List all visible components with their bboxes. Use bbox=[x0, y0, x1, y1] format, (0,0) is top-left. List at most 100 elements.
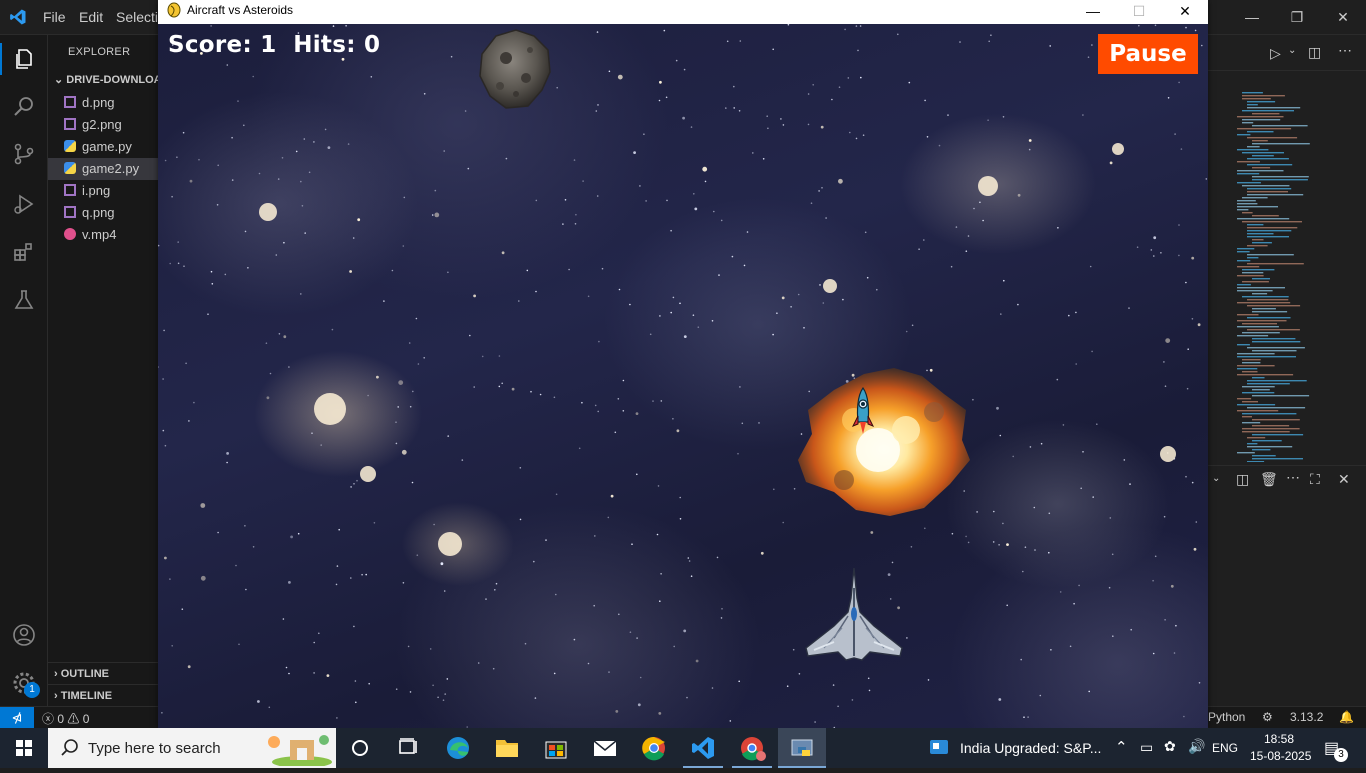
file-name: q.png bbox=[82, 205, 115, 220]
microsoft-store-icon[interactable] bbox=[536, 728, 576, 768]
split-terminal-icon[interactable]: ◫ bbox=[1236, 471, 1249, 488]
player-aircraft-sprite bbox=[805, 568, 903, 661]
more-actions-icon[interactable]: ⋯ bbox=[1338, 42, 1352, 59]
vscode-taskbar-icon[interactable] bbox=[683, 728, 723, 768]
start-button[interactable] bbox=[0, 728, 48, 768]
python-version[interactable]: 3.13.2 bbox=[1290, 710, 1323, 724]
folder-name: DRIVE-DOWNLOA bbox=[66, 74, 160, 86]
mail-icon[interactable] bbox=[585, 728, 625, 768]
file-name: v.mp4 bbox=[82, 227, 117, 242]
remote-icon[interactable]: ⋪ bbox=[0, 707, 34, 729]
file-item[interactable]: i.png bbox=[48, 180, 160, 202]
file-name: game2.py bbox=[82, 161, 140, 176]
source-control-icon[interactable] bbox=[12, 142, 36, 166]
python-file-icon bbox=[64, 140, 76, 152]
task-view-icon[interactable] bbox=[388, 728, 428, 768]
pause-button[interactable]: Pause bbox=[1098, 34, 1198, 74]
hits-label: Hits: bbox=[293, 32, 356, 58]
asteroid-sprite bbox=[479, 29, 551, 109]
chevron-down-icon[interactable]: ⌄ bbox=[1288, 45, 1296, 56]
run-icon[interactable]: ▷ bbox=[1270, 45, 1281, 62]
testing-flask-icon[interactable] bbox=[12, 288, 36, 312]
more-actions-icon[interactable]: ⋯ bbox=[1286, 469, 1300, 486]
chevron-right-icon: › bbox=[54, 668, 58, 680]
task-view-cortana-icon[interactable] bbox=[340, 728, 380, 768]
game-window: Aircraft vs Asteroids — ☐ ✕ Score: 1 Hit… bbox=[158, 0, 1208, 728]
battery-icon[interactable]: ▭ bbox=[1140, 739, 1153, 756]
language-mode[interactable]: Python bbox=[1208, 710, 1245, 724]
warning-count: 0 bbox=[82, 712, 90, 726]
notification-count: 3 bbox=[1334, 748, 1348, 762]
game-window-title: Aircraft vs Asteroids bbox=[187, 3, 294, 17]
search-icon bbox=[61, 739, 78, 756]
image-file-icon bbox=[64, 206, 76, 218]
explorer-icon[interactable] bbox=[12, 47, 36, 71]
game-canvas[interactable]: Score: 1 Hits: 0 Pause bbox=[158, 24, 1208, 728]
run-debug-icon[interactable] bbox=[12, 192, 36, 216]
file-item[interactable]: g2.png bbox=[48, 114, 160, 136]
file-item[interactable]: q.png bbox=[48, 202, 160, 224]
news-headline[interactable]: India Upgraded: S&P... bbox=[960, 740, 1101, 756]
clock-time[interactable]: 18:58 bbox=[1264, 732, 1294, 746]
settings-badge: 1 bbox=[24, 682, 40, 698]
score-value: 1 bbox=[260, 32, 277, 58]
python-env-icon[interactable]: ⚙ bbox=[1262, 710, 1273, 724]
search-icon[interactable] bbox=[12, 94, 36, 118]
file-item[interactable]: game.py bbox=[48, 136, 160, 158]
game-maximize-icon[interactable]: ☐ bbox=[1116, 0, 1162, 24]
python-feather-icon bbox=[167, 2, 181, 18]
image-file-icon bbox=[64, 96, 76, 108]
vscode-minimize-icon[interactable]: — bbox=[1240, 6, 1264, 28]
chrome-browser-icon[interactable] bbox=[634, 728, 674, 768]
menu-file[interactable]: File bbox=[43, 9, 66, 25]
file-item[interactable]: game2.py bbox=[48, 158, 160, 180]
volume-icon[interactable]: 🔊 bbox=[1188, 738, 1205, 755]
chevron-down-icon: ⌄ bbox=[54, 74, 64, 86]
edge-browser-icon[interactable] bbox=[438, 728, 478, 768]
language-indicator[interactable]: ENG bbox=[1212, 741, 1238, 755]
game-minimize-icon[interactable]: — bbox=[1070, 0, 1116, 24]
hits-value: 0 bbox=[364, 32, 381, 58]
image-file-icon bbox=[64, 118, 76, 130]
explosion-sprite bbox=[798, 368, 970, 516]
game-titlebar: Aircraft vs Asteroids — ☐ ✕ bbox=[158, 0, 1208, 24]
folder-header[interactable]: ⌄ DRIVE-DOWNLOA bbox=[48, 69, 160, 91]
wifi-icon[interactable]: ✿ bbox=[1164, 738, 1176, 755]
python-file-icon bbox=[64, 162, 76, 174]
chevron-down-icon[interactable]: ⌄ bbox=[1212, 473, 1220, 484]
file-item[interactable]: d.png bbox=[48, 92, 160, 114]
clock-date[interactable]: 15-08-2025 bbox=[1250, 749, 1311, 763]
trash-icon[interactable]: 🗑 bbox=[1260, 471, 1278, 488]
explorer-title: EXPLORER bbox=[68, 46, 131, 58]
chrome-profile-icon[interactable] bbox=[732, 728, 772, 768]
problems-indicator[interactable]: ⓧ 0 ⚠ 0 bbox=[42, 710, 89, 727]
extensions-icon[interactable] bbox=[12, 240, 36, 264]
file-name: i.png bbox=[82, 183, 111, 198]
file-name: g2.png bbox=[82, 117, 122, 132]
file-explorer-icon[interactable] bbox=[487, 728, 527, 768]
menu-edit[interactable]: Edit bbox=[79, 9, 103, 25]
account-icon[interactable] bbox=[12, 623, 36, 647]
vscode-close-icon[interactable]: ✕ bbox=[1331, 6, 1355, 28]
image-file-icon bbox=[64, 184, 76, 196]
outline-section[interactable]: › OUTLINE bbox=[48, 662, 160, 684]
search-placeholder: Type here to search bbox=[88, 740, 221, 757]
close-panel-icon[interactable]: ✕ bbox=[1338, 471, 1350, 488]
video-file-icon bbox=[64, 228, 76, 240]
maximize-panel-icon[interactable]: ⛶ bbox=[1310, 471, 1320, 488]
score-display: Score: 1 Hits: 0 bbox=[168, 32, 380, 58]
file-name: d.png bbox=[82, 95, 115, 110]
score-label: Score: bbox=[168, 32, 252, 58]
starfield-background bbox=[158, 24, 1208, 728]
taskbar-search[interactable]: Type here to search bbox=[48, 728, 336, 768]
game-close-icon[interactable]: ✕ bbox=[1162, 0, 1208, 24]
python-game-taskbar-icon[interactable] bbox=[778, 728, 826, 768]
file-item[interactable]: v.mp4 bbox=[48, 224, 160, 246]
show-hidden-icons-icon[interactable]: ⌃ bbox=[1115, 738, 1128, 756]
bell-icon[interactable]: 🔔 bbox=[1339, 710, 1354, 724]
timeline-section[interactable]: › TIMELINE bbox=[48, 684, 160, 706]
split-editor-icon[interactable]: ◫ bbox=[1308, 44, 1321, 61]
news-widget-icon[interactable] bbox=[928, 728, 952, 768]
vscode-restore-icon[interactable]: ❐ bbox=[1285, 6, 1309, 28]
timeline-label: TIMELINE bbox=[60, 690, 113, 702]
